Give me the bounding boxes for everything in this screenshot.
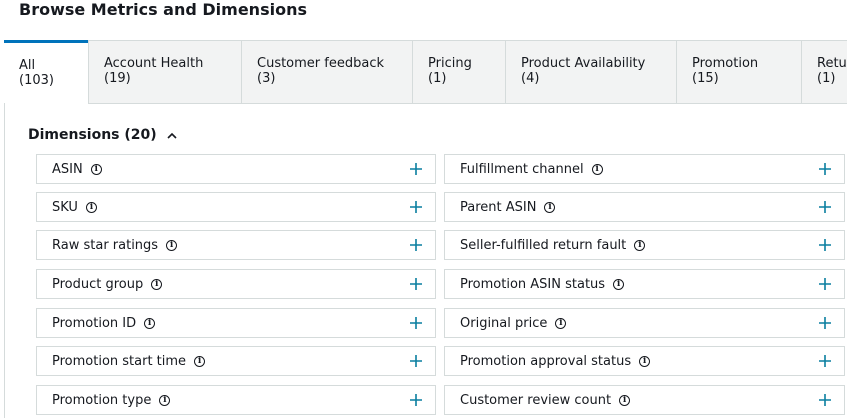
dimension-label: Promotion type <box>52 392 152 408</box>
tab-all[interactable]: All (103) <box>4 40 88 104</box>
dimension-asin: ASIN i <box>36 154 436 184</box>
tab-count: (103) <box>19 73 54 88</box>
tab-label: Retu <box>817 56 847 71</box>
dimension-customer-review-count: Customer review count i <box>444 385 845 415</box>
tab-label: Customer feedback <box>257 56 384 71</box>
info-icon[interactable]: i <box>144 317 156 329</box>
info-icon[interactable]: i <box>90 163 102 175</box>
info-icon[interactable]: i <box>613 278 625 290</box>
plus-icon[interactable] <box>407 275 425 293</box>
category-tabs: All (103) Account Health (19) Customer f… <box>4 40 847 104</box>
tab-pricing[interactable]: Pricing (1) <box>412 41 505 104</box>
dimension-label: Customer review count <box>460 392 612 408</box>
dimension-label: ASIN <box>52 161 83 177</box>
dimension-seller-fulfilled-return-fault: Seller-fulfilled return fault i <box>444 230 845 260</box>
tab-label: Product Availability <box>521 56 646 71</box>
dimension-label: Parent ASIN <box>460 199 537 215</box>
plus-icon[interactable] <box>816 236 834 254</box>
section-label: Dimensions (20) <box>28 127 157 143</box>
dimension-promotion-type: Promotion type i <box>36 385 436 415</box>
info-icon[interactable]: i <box>544 201 556 213</box>
dimension-label: Original price <box>460 315 548 331</box>
tab-label: Account Health <box>104 56 204 71</box>
tab-count: (3) <box>257 71 276 86</box>
info-icon[interactable]: i <box>619 394 631 406</box>
dimensions-section-toggle[interactable]: Dimensions (20) <box>28 126 177 144</box>
dimension-label: Fulfillment channel <box>460 161 584 177</box>
info-icon[interactable]: i <box>151 278 163 290</box>
dimension-label: Promotion ASIN status <box>460 276 606 292</box>
dimension-promotion-asin-status: Promotion ASIN status i <box>444 269 845 299</box>
dimension-sku: SKU i <box>36 192 436 222</box>
info-icon[interactable]: i <box>591 163 603 175</box>
dimension-fulfillment-channel: Fulfillment channel i <box>444 154 845 184</box>
dimension-label: Raw star ratings <box>52 237 159 253</box>
dimension-promotion-approval-status: Promotion approval status i <box>444 346 845 376</box>
info-icon[interactable]: i <box>555 317 567 329</box>
plus-icon[interactable] <box>407 198 425 216</box>
tab-promotion[interactable]: Promotion (15) <box>676 41 801 104</box>
plus-icon[interactable] <box>407 314 425 332</box>
tab-account-health[interactable]: Account Health (19) <box>88 41 241 104</box>
info-icon[interactable]: i <box>159 394 171 406</box>
tab-count: (19) <box>104 71 131 86</box>
tab-returns[interactable]: Retu (1) <box>801 41 847 104</box>
dimension-raw-star-ratings: Raw star ratings i <box>36 230 436 260</box>
dimension-original-price: Original price i <box>444 308 845 338</box>
plus-icon[interactable] <box>816 198 834 216</box>
info-icon[interactable]: i <box>166 239 178 251</box>
dimension-label: Promotion ID <box>52 315 137 331</box>
dimension-product-group: Product group i <box>36 269 436 299</box>
plus-icon[interactable] <box>407 160 425 178</box>
dimension-label: Seller-fulfilled return fault <box>460 237 627 253</box>
plus-icon[interactable] <box>407 236 425 254</box>
plus-icon[interactable] <box>407 352 425 370</box>
plus-icon[interactable] <box>816 160 834 178</box>
dimension-label: Promotion approval status <box>460 353 632 369</box>
page-title: Browse Metrics and Dimensions <box>19 0 307 19</box>
chevron-up-icon <box>167 132 177 139</box>
info-icon[interactable]: i <box>194 355 206 367</box>
tab-count: (15) <box>692 71 719 86</box>
dimension-parent-asin: Parent ASIN i <box>444 192 845 222</box>
plus-icon[interactable] <box>816 314 834 332</box>
tab-count: (4) <box>521 71 540 86</box>
dimension-label: Promotion start time <box>52 353 187 369</box>
info-icon[interactable]: i <box>85 201 97 213</box>
plus-icon[interactable] <box>816 352 834 370</box>
panel-divider <box>4 103 5 418</box>
dimension-promotion-id: Promotion ID i <box>36 308 436 338</box>
tab-customer-feedback[interactable]: Customer feedback (3) <box>241 41 412 104</box>
tab-label: Pricing <box>428 56 472 71</box>
info-icon[interactable]: i <box>639 355 651 367</box>
tab-product-availability[interactable]: Product Availability (4) <box>505 41 676 104</box>
plus-icon[interactable] <box>816 391 834 409</box>
plus-icon[interactable] <box>407 391 425 409</box>
dimension-label: Product group <box>52 276 144 292</box>
dimension-label: SKU <box>52 199 78 215</box>
info-icon[interactable]: i <box>634 239 646 251</box>
plus-icon[interactable] <box>816 275 834 293</box>
tab-label: All <box>19 58 36 73</box>
tab-count: (1) <box>817 71 836 86</box>
dimension-promotion-start-time: Promotion start time i <box>36 346 436 376</box>
tab-label: Promotion <box>692 56 759 71</box>
tab-count: (1) <box>428 71 447 86</box>
